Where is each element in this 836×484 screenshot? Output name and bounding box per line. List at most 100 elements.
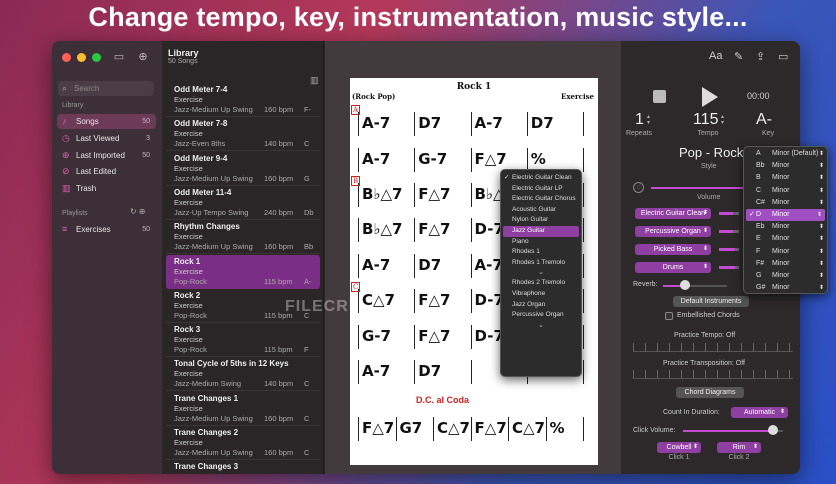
song-row[interactable]: Tonal Cycle of 5ths in 12 Keys Exercise Ja… — [166, 357, 320, 392]
chord-symbol[interactable]: F△7 — [418, 327, 450, 345]
sync-icon[interactable]: ↻ — [130, 207, 139, 216]
chord-symbol[interactable]: A-7 — [362, 114, 390, 132]
chord-symbol[interactable]: F△7 — [418, 185, 450, 203]
menu-item-key[interactable]: G Minor ⬍ — [744, 270, 827, 282]
menu-item-instrument[interactable]: Rhodes 2 Tremolo — [501, 278, 581, 289]
menu-item-key[interactable]: Bb Minor ⬍ — [744, 160, 827, 172]
menu-item-instrument[interactable]: Vibraphone — [501, 289, 581, 300]
song-row[interactable]: Rock 3 Exercise Pop-Rock 115 bpm F — [166, 323, 320, 358]
practice-transposition-slider[interactable] — [633, 370, 793, 379]
menu-item-key[interactable]: E Minor ⬍ — [744, 233, 827, 245]
chord-symbol[interactable]: G-7 — [418, 150, 447, 168]
menu-item-key[interactable]: F# Minor ⬍ — [744, 258, 827, 270]
chord-symbol[interactable]: F△7 — [475, 150, 507, 168]
song-row[interactable]: Odd Meter 11-4 Exercise Jazz-Up Tempo Swin… — [166, 186, 320, 220]
chord-symbol[interactable]: D7 — [418, 256, 441, 274]
chord-symbol[interactable]: G7 — [400, 419, 423, 437]
instrument-volume-slider[interactable] — [719, 212, 739, 215]
chord-symbol[interactable]: C△7 — [362, 291, 395, 309]
song-row[interactable]: Trane Changes 1 Exercise Jazz-Medium Up Sw… — [166, 392, 320, 426]
chord-symbol[interactable]: B♭△7 — [362, 185, 402, 203]
menu-item-instrument[interactable]: Piano — [501, 237, 581, 248]
scroll-arrow-icon[interactable]: ⌄ — [501, 268, 581, 278]
count-in-select[interactable]: Automatic ⬍ — [731, 407, 788, 418]
menu-item-instrument[interactable]: Jazz Organ — [501, 300, 581, 311]
chord-symbol[interactable]: A-7 — [362, 362, 390, 380]
menu-item-key[interactable]: C# Minor ⬍ — [744, 197, 827, 209]
tempo-stepper[interactable]: ▴ ▾ — [721, 114, 724, 126]
menu-item-key[interactable]: F Minor ⬍ — [744, 246, 827, 258]
chord-symbol[interactable]: G-7 — [362, 327, 391, 345]
pencil-icon[interactable]: ✎ — [734, 50, 743, 63]
instrument-select-2[interactable]: Percussive Organ ⬍ — [635, 226, 711, 237]
sidebar-toggle-icon[interactable]: ▭ — [112, 50, 126, 64]
instrument-volume-slider[interactable] — [719, 248, 739, 251]
default-instruments-button[interactable]: Default Instruments — [673, 296, 749, 307]
repeats-value[interactable]: 1 — [635, 111, 644, 129]
menu-item-instrument[interactable]: Electric Guitar LP — [501, 184, 581, 195]
chord-symbol[interactable]: F△7 — [475, 419, 507, 437]
scroll-arrow-icon[interactable]: ⌄ — [501, 321, 581, 331]
menu-item-instrument[interactable]: Rhodes 1 — [501, 247, 581, 258]
zoom-window-button[interactable] — [92, 53, 101, 62]
instrument-popup-menu[interactable]: ✓ Electric Guitar Clean Electric Guitar LP… — [500, 169, 582, 377]
chord-symbol[interactable]: A-7 — [475, 256, 503, 274]
sidebar-item-trash[interactable]: ▥ Trash — [57, 181, 156, 196]
inspector-toggle-icon[interactable]: ▭ — [778, 50, 788, 63]
sidebar-item-exercises[interactable]: ≡ Exercises 50 — [57, 222, 156, 237]
embellished-chords-checkbox[interactable] — [665, 312, 673, 320]
menu-item-instrument[interactable]: Percussive Organ — [501, 310, 581, 321]
chord-symbol[interactable]: % — [531, 150, 546, 168]
menu-item-instrument[interactable]: Rhodes 1 Tremolo — [501, 258, 581, 269]
sidebar-item-songs[interactable]: ♪ Songs 50 — [57, 114, 156, 129]
instrument-volume-slider[interactable] — [719, 230, 739, 233]
minimize-window-button[interactable] — [77, 53, 86, 62]
repeats-stepper[interactable]: ▴ ▾ — [647, 114, 650, 126]
song-row[interactable]: Rock 1 Exercise Pop-Rock 115 bpm A- — [166, 254, 320, 289]
chord-symbol[interactable]: A-7 — [362, 256, 390, 274]
globe-icon[interactable]: ⊕ — [136, 50, 150, 64]
menu-item-instrument[interactable]: Jazz Guitar — [503, 225, 579, 237]
chord-symbol[interactable]: F△7 — [418, 220, 450, 238]
chord-symbol[interactable]: D7 — [531, 114, 554, 132]
chord-symbol[interactable]: B♭△7 — [362, 220, 402, 238]
menu-item-instrument[interactable]: ✓ Electric Guitar Clean — [501, 173, 581, 184]
chord-symbol[interactable]: F△7 — [418, 291, 450, 309]
chord-symbol[interactable]: F△7 — [362, 419, 394, 437]
sidebar-item-last-imported[interactable]: ⊕ Last Imported 50 — [57, 148, 156, 163]
menu-item-key[interactable]: A Minor (Default) ⬍ — [744, 148, 827, 160]
chord-symbol[interactable]: D7 — [418, 114, 441, 132]
menu-item-key[interactable]: C Minor ⬍ — [744, 185, 827, 197]
instrument-select-3[interactable]: Picked Bass ⬍ — [635, 244, 711, 255]
menu-item-key[interactable]: B Minor ⬍ — [744, 172, 827, 184]
search-input[interactable]: ⌕ Search — [58, 81, 154, 96]
chord-symbol[interactable]: C△7 — [512, 419, 545, 437]
menu-item-key[interactable]: ✓ D Minor ⬍ — [746, 208, 825, 222]
menu-item-instrument[interactable]: Nylon Guitar — [501, 215, 581, 226]
menu-item-key[interactable]: G# Minor ⬍ — [744, 282, 827, 294]
chord-symbol[interactable]: A-7 — [362, 150, 390, 168]
chord-diagrams-button[interactable]: Chord Diagrams — [676, 387, 744, 398]
metronome-icon[interactable]: ◌ — [633, 182, 644, 193]
play-button[interactable] — [702, 87, 718, 107]
song-row[interactable]: Rhythm Changes Exercise Jazz-Medium Up Swi… — [166, 220, 320, 255]
reverb-slider-knob[interactable] — [680, 280, 691, 290]
instrument-select-1[interactable]: Electric Guitar Clean ⬍ — [635, 208, 711, 219]
menu-item-instrument[interactable]: Electric Guitar Chorus — [501, 194, 581, 205]
key-value[interactable]: A- — [756, 111, 772, 129]
close-window-button[interactable] — [62, 53, 71, 62]
sidebar-item-last-edited[interactable]: ⊘ Last Edited — [57, 164, 156, 179]
share-icon[interactable]: ⇪ — [756, 50, 765, 63]
style-value[interactable]: Pop - Rock — [679, 145, 743, 160]
click-volume-slider-knob[interactable] — [768, 425, 778, 435]
song-row[interactable]: Odd Meter 7-4 Exercise Jazz-Medium Up Swin… — [166, 83, 320, 117]
chord-symbol[interactable]: A-7 — [475, 114, 503, 132]
instrument-volume-slider[interactable] — [719, 266, 739, 269]
song-row[interactable]: Odd Meter 9-4 Exercise Jazz-Medium Up Swin… — [166, 152, 320, 186]
font-size-icon[interactable]: Aa — [709, 50, 722, 62]
menu-item-instrument[interactable]: Acoustic Guitar — [501, 205, 581, 216]
sidebar-item-last-viewed[interactable]: ◷ Last Viewed 3 — [57, 131, 156, 146]
tempo-value[interactable]: 115 — [693, 111, 719, 129]
stop-button[interactable] — [653, 90, 666, 103]
practice-tempo-slider[interactable] — [633, 343, 793, 352]
